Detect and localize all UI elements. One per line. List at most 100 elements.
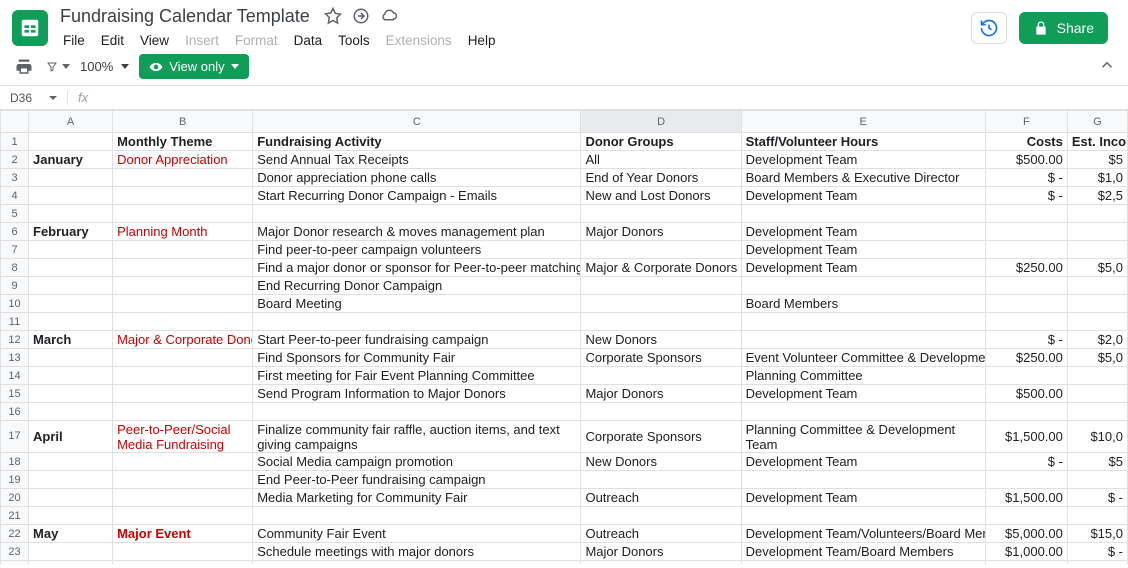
- row-header[interactable]: 6: [1, 223, 29, 241]
- cell[interactable]: Event Volunteer Committee & Development …: [741, 349, 985, 367]
- cell[interactable]: $1,0: [1067, 169, 1127, 187]
- collapse-toolbar-icon[interactable]: [1098, 56, 1116, 77]
- cell[interactable]: Board Meeting: [253, 561, 581, 565]
- row-header[interactable]: 9: [1, 277, 29, 295]
- column-header-E[interactable]: E: [741, 111, 985, 133]
- cell[interactable]: [29, 507, 113, 525]
- cell[interactable]: Staff/Volunteer Hours: [741, 133, 985, 151]
- cell[interactable]: $5,000.00: [985, 525, 1067, 543]
- row-header[interactable]: 14: [1, 367, 29, 385]
- row-header[interactable]: 23: [1, 543, 29, 561]
- row-header[interactable]: 3: [1, 169, 29, 187]
- cell[interactable]: [581, 205, 741, 223]
- select-all-corner[interactable]: [1, 111, 29, 133]
- cell[interactable]: [741, 403, 985, 421]
- row-header[interactable]: 22: [1, 525, 29, 543]
- cell[interactable]: Peer-to-Peer/Social Media Fundraising: [113, 421, 253, 453]
- sheets-app-icon[interactable]: [12, 10, 48, 46]
- row-header[interactable]: 11: [1, 313, 29, 331]
- cell[interactable]: April: [29, 421, 113, 453]
- cell[interactable]: [581, 367, 741, 385]
- menu-file[interactable]: File: [56, 29, 92, 52]
- cell[interactable]: Social Media campaign promotion: [253, 453, 581, 471]
- cell[interactable]: End Peer-to-Peer fundraising campaign: [253, 471, 581, 489]
- cell[interactable]: Development Team/Board Members: [741, 543, 985, 561]
- cell[interactable]: [741, 205, 985, 223]
- cell[interactable]: [113, 385, 253, 403]
- cell[interactable]: $5,0: [1067, 259, 1127, 277]
- cell[interactable]: Corporate Sponsors: [581, 349, 741, 367]
- column-header-D[interactable]: D: [581, 111, 741, 133]
- formula-input[interactable]: [98, 86, 1128, 109]
- cell[interactable]: All: [581, 151, 741, 169]
- row-header[interactable]: 7: [1, 241, 29, 259]
- cell[interactable]: Find Sponsors for Community Fair: [253, 349, 581, 367]
- cell[interactable]: Find a major donor or sponsor for Peer-t…: [253, 259, 581, 277]
- cell[interactable]: Donor Groups: [581, 133, 741, 151]
- cell[interactable]: $1,500.00: [985, 421, 1067, 453]
- cell[interactable]: $10,0: [1067, 421, 1127, 453]
- cell[interactable]: Fundraising Activity: [253, 133, 581, 151]
- document-title[interactable]: Fundraising Calendar Template: [56, 5, 314, 28]
- cell[interactable]: [29, 205, 113, 223]
- cell[interactable]: [29, 349, 113, 367]
- cell[interactable]: [253, 205, 581, 223]
- cell[interactable]: Start Recurring Donor Campaign - Emails: [253, 187, 581, 205]
- cell[interactable]: Donor appreciation phone calls: [253, 169, 581, 187]
- row-header[interactable]: 21: [1, 507, 29, 525]
- cell[interactable]: [113, 471, 253, 489]
- cell[interactable]: Development Team: [741, 385, 985, 403]
- menu-view[interactable]: View: [133, 29, 176, 52]
- cell[interactable]: [113, 169, 253, 187]
- cell[interactable]: [113, 349, 253, 367]
- cell[interactable]: New Donors: [581, 453, 741, 471]
- column-header-G[interactable]: G: [1067, 111, 1127, 133]
- row-header[interactable]: 20: [1, 489, 29, 507]
- spreadsheet-grid[interactable]: ABCDEFG 1Monthly ThemeFundraising Activi…: [0, 110, 1128, 564]
- cell[interactable]: Major Donors: [581, 385, 741, 403]
- print-icon[interactable]: [12, 55, 36, 79]
- cell[interactable]: $ -: [985, 331, 1067, 349]
- row-header[interactable]: 18: [1, 453, 29, 471]
- cell[interactable]: Media Marketing for Community Fair: [253, 489, 581, 507]
- cell[interactable]: New Donors: [581, 331, 741, 349]
- cell[interactable]: $5: [1067, 453, 1127, 471]
- cell[interactable]: Outreach: [581, 489, 741, 507]
- cell[interactable]: [29, 543, 113, 561]
- cell[interactable]: [985, 367, 1067, 385]
- cell[interactable]: [29, 471, 113, 489]
- cell[interactable]: Development Team: [741, 187, 985, 205]
- move-icon[interactable]: [352, 7, 370, 25]
- cell[interactable]: $250.00: [985, 349, 1067, 367]
- cell[interactable]: [985, 471, 1067, 489]
- cell[interactable]: [581, 403, 741, 421]
- cell[interactable]: Development Team: [741, 489, 985, 507]
- cell[interactable]: [985, 403, 1067, 421]
- cell[interactable]: [985, 561, 1067, 565]
- cell[interactable]: Costs: [985, 133, 1067, 151]
- cell[interactable]: [741, 331, 985, 349]
- cell[interactable]: [741, 313, 985, 331]
- cell[interactable]: [741, 277, 985, 295]
- cell[interactable]: Major Donors: [581, 543, 741, 561]
- cell[interactable]: May: [29, 525, 113, 543]
- cell[interactable]: $ -: [985, 187, 1067, 205]
- cell[interactable]: [113, 367, 253, 385]
- cell[interactable]: $ -: [1067, 543, 1127, 561]
- cell[interactable]: $ -: [1067, 489, 1127, 507]
- cell[interactable]: [1067, 403, 1127, 421]
- cell[interactable]: $15,0: [1067, 525, 1127, 543]
- star-icon[interactable]: [324, 7, 342, 25]
- cell[interactable]: [741, 561, 985, 565]
- cell[interactable]: [985, 223, 1067, 241]
- column-header-F[interactable]: F: [985, 111, 1067, 133]
- cell[interactable]: [29, 187, 113, 205]
- cell[interactable]: [29, 295, 113, 313]
- cell[interactable]: [113, 507, 253, 525]
- cell[interactable]: [1067, 313, 1127, 331]
- cell[interactable]: Planning Month: [113, 223, 253, 241]
- cell[interactable]: [113, 205, 253, 223]
- menu-edit[interactable]: Edit: [94, 29, 131, 52]
- cell[interactable]: Start Peer-to-peer fundraising campaign: [253, 331, 581, 349]
- cell[interactable]: Development Team: [741, 151, 985, 169]
